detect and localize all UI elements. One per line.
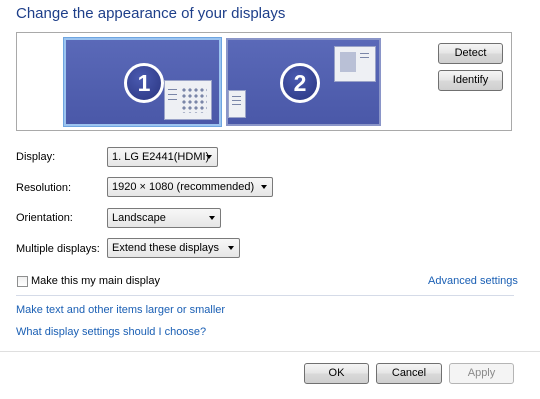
identify-button[interactable]: Identify [438,70,503,91]
window-thumbnail-icon [334,46,376,82]
window-thumbnail-icon [228,90,246,118]
text-size-link[interactable]: Make text and other items larger or smal… [16,304,225,316]
resolution-select-value: 1920 × 1080 (recommended) [112,181,255,193]
window-thumbnail-icon [164,80,212,120]
cancel-button-label: Cancel [391,367,427,379]
chevron-down-icon [206,155,212,159]
multiple-displays-select[interactable]: Extend these displays [107,238,240,258]
footer-divider [0,351,540,352]
main-display-checkbox[interactable] [17,276,28,287]
monitor-1[interactable]: 1 [63,37,222,127]
monitor-1-number-badge: 1 [124,63,164,103]
identify-button-label: Identify [452,74,489,86]
monitor-2-number-badge: 2 [280,63,320,103]
main-display-checkbox-label[interactable]: Make this my main display [31,275,160,287]
detect-button[interactable]: Detect [438,43,503,64]
apply-button-label: Apply [467,367,496,379]
chevron-down-icon [209,216,215,220]
detect-button-label: Detect [454,47,487,59]
display-select[interactable]: 1. LG E2441(HDMI) [107,147,218,167]
orientation-select[interactable]: Landscape [107,208,221,228]
multiple-displays-label: Multiple displays: [16,243,100,255]
multiple-displays-select-value: Extend these displays [112,242,220,254]
chevron-down-icon [261,185,267,189]
resolution-select[interactable]: 1920 × 1080 (recommended) [107,177,273,197]
divider [16,295,514,296]
orientation-select-value: Landscape [112,212,166,224]
orientation-label: Orientation: [16,212,73,224]
advanced-settings-link[interactable]: Advanced settings [428,275,518,287]
display-select-value: 1. LG E2441(HDMI) [112,151,210,163]
ok-button[interactable]: OK [304,363,369,384]
cancel-button[interactable]: Cancel [376,363,442,384]
ok-button-label: OK [328,367,345,379]
monitor-2[interactable]: 2 [226,38,381,126]
display-help-link[interactable]: What display settings should I choose? [16,326,206,338]
resolution-label: Resolution: [16,182,72,194]
chevron-down-icon [228,246,234,250]
display-label: Display: [16,151,56,163]
page-title: Change the appearance of your displays [16,5,286,22]
apply-button: Apply [449,363,514,384]
